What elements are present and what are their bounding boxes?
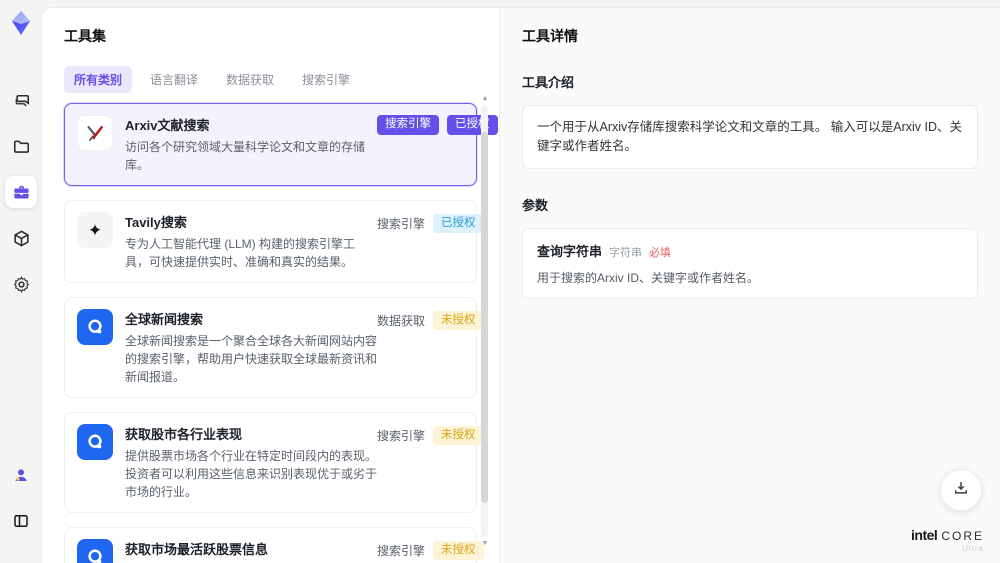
category-badge: 搜索引擎: [377, 115, 439, 135]
intro-card: 一个用于从Arxiv存储库搜索科学论文和文章的工具。 输入可以是Arxiv ID…: [522, 105, 978, 169]
category-label: 搜索引擎: [377, 544, 426, 558]
tool-name: Arxiv文献搜索: [125, 118, 210, 133]
download-icon: [952, 479, 970, 502]
chat-icon: [12, 91, 31, 110]
nav-plugins-button[interactable]: [5, 222, 37, 254]
param-card: 查询字符串 字符串 必填 用于搜索的Arxiv ID、关键字或作者姓名。: [522, 227, 978, 299]
tool-list: Arxiv文献搜索 访问各个研究领域大量科学论文和文章的存储库。 搜索引擎 已授…: [64, 103, 498, 563]
news-app-logo-icon: [77, 309, 113, 345]
tool-name: Tavily搜索: [125, 215, 187, 230]
briefcase-icon: [12, 183, 31, 202]
tool-card-global-news[interactable]: 全球新闻搜索 全球新闻搜索是一个聚合全球各大新闻网站内容的搜索引擎，帮助用户快速…: [64, 297, 484, 398]
tab-all-categories[interactable]: 所有类别: [64, 66, 133, 93]
finance-app-logo-icon: [77, 424, 113, 460]
cube-icon: [12, 229, 31, 248]
nav-settings-button[interactable]: [5, 268, 37, 300]
tool-desc: 提供股票市场各个行业在特定时间段内的表现。投资者可以利用这些信息来识别表现优于或…: [125, 449, 378, 499]
list-scrollbar[interactable]: ▲ ▼: [480, 94, 490, 549]
intro-heading: 工具介绍: [522, 75, 575, 90]
auth-status-badge: 未授权: [433, 540, 484, 561]
tab-translation[interactable]: 语言翻译: [140, 66, 208, 93]
collapse-panel-button[interactable]: [5, 505, 37, 537]
panel-icon: [12, 512, 30, 530]
tool-card-stock-industry[interactable]: 获取股市各行业表现 提供股票市场各个行业在特定时间段内的表现。投资者可以利用这些…: [64, 412, 484, 513]
tool-detail-panel: 工具详情 工具介绍 一个用于从Arxiv存储库搜索科学论文和文章的工具。 输入可…: [500, 8, 1000, 563]
tool-desc: 全球新闻搜索是一个聚合全球各大新闻网站内容的搜索引擎，帮助用户快速获取全球最新资…: [125, 334, 378, 384]
download-button[interactable]: [940, 469, 982, 511]
tool-name: 获取股市各行业表现: [125, 427, 243, 442]
tab-data-fetch[interactable]: 数据获取: [216, 66, 284, 93]
nav-files-button[interactable]: [5, 130, 37, 162]
auth-status-badge: 未授权: [433, 310, 484, 331]
detail-title: 工具详情: [522, 28, 578, 44]
tool-name: 获取市场最活跃股票信息: [125, 542, 269, 557]
category-label: 数据获取: [377, 314, 426, 328]
user-avatar-button[interactable]: [5, 459, 37, 491]
intel-wordmark: intel: [911, 527, 938, 543]
core-wordmark: CORE: [941, 529, 984, 543]
param-desc: 用于搜索的Arxiv ID、关键字或作者姓名。: [537, 270, 760, 285]
left-rail: [0, 0, 42, 563]
scroll-down-icon[interactable]: ▼: [480, 539, 490, 549]
scrollbar-thumb[interactable]: [481, 131, 488, 503]
params-heading: 参数: [522, 197, 549, 213]
tool-name: 全球新闻搜索: [125, 312, 204, 327]
param-name: 查询字符串: [537, 243, 603, 259]
tool-list-panel: 工具集 所有类别 语言翻译 数据获取 搜索引擎 Arxiv文献搜索 访问各个研究…: [42, 8, 500, 563]
tool-desc: 专为人工智能代理 (LLM) 构建的搜索引擎工具，可快速提供实时、准确和真实的结…: [125, 237, 356, 269]
gear-icon: [12, 275, 31, 294]
tavily-logo-icon: ✦: [77, 212, 113, 248]
user-icon: [12, 466, 30, 484]
intro-text: 一个用于从Arxiv存储库搜索科学论文和文章的工具。 输入可以是Arxiv ID…: [537, 120, 963, 153]
category-tabs: 所有类别 语言翻译 数据获取 搜索引擎: [64, 66, 477, 93]
tool-desc: 访问各个研究领域大量科学论文和文章的存储库。: [125, 140, 366, 172]
scroll-up-icon[interactable]: ▲: [480, 94, 490, 104]
param-type: 字符串: [609, 246, 643, 259]
tab-search-engine[interactable]: 搜索引擎: [292, 66, 360, 93]
app-window: 工具集 所有类别 语言翻译 数据获取 搜索引擎 Arxiv文献搜索 访问各个研究…: [0, 0, 1000, 563]
category-label: 搜索引擎: [377, 429, 426, 443]
ultra-label: Ultra: [962, 544, 984, 553]
category-label: 搜索引擎: [377, 217, 426, 231]
auth-status-badge: 已授权: [433, 213, 484, 234]
param-required-badge: 必填: [649, 246, 672, 259]
app-logo-icon: [8, 10, 34, 36]
intel-core-logo: intel CORE Ultra: [911, 528, 984, 553]
finance-app-logo-icon: [77, 539, 113, 563]
tool-card-active-stocks[interactable]: 获取市场最活跃股票信息 提供当天交易量最高的股票列表。投资者可以利用这些信息来识…: [64, 527, 484, 563]
nav-chat-button[interactable]: [5, 84, 37, 116]
auth-status-badge: 未授权: [433, 425, 484, 446]
folder-icon: [12, 137, 31, 156]
tool-card-tavily[interactable]: ✦ Tavily搜索 专为人工智能代理 (LLM) 构建的搜索引擎工具，可快速提…: [64, 200, 484, 283]
nav-tools-button[interactable]: [5, 176, 37, 208]
tool-card-arxiv[interactable]: Arxiv文献搜索 访问各个研究领域大量科学论文和文章的存储库。 搜索引擎 已授…: [64, 103, 498, 186]
page-title: 工具集: [64, 28, 106, 44]
arxiv-logo-icon: [77, 115, 113, 151]
